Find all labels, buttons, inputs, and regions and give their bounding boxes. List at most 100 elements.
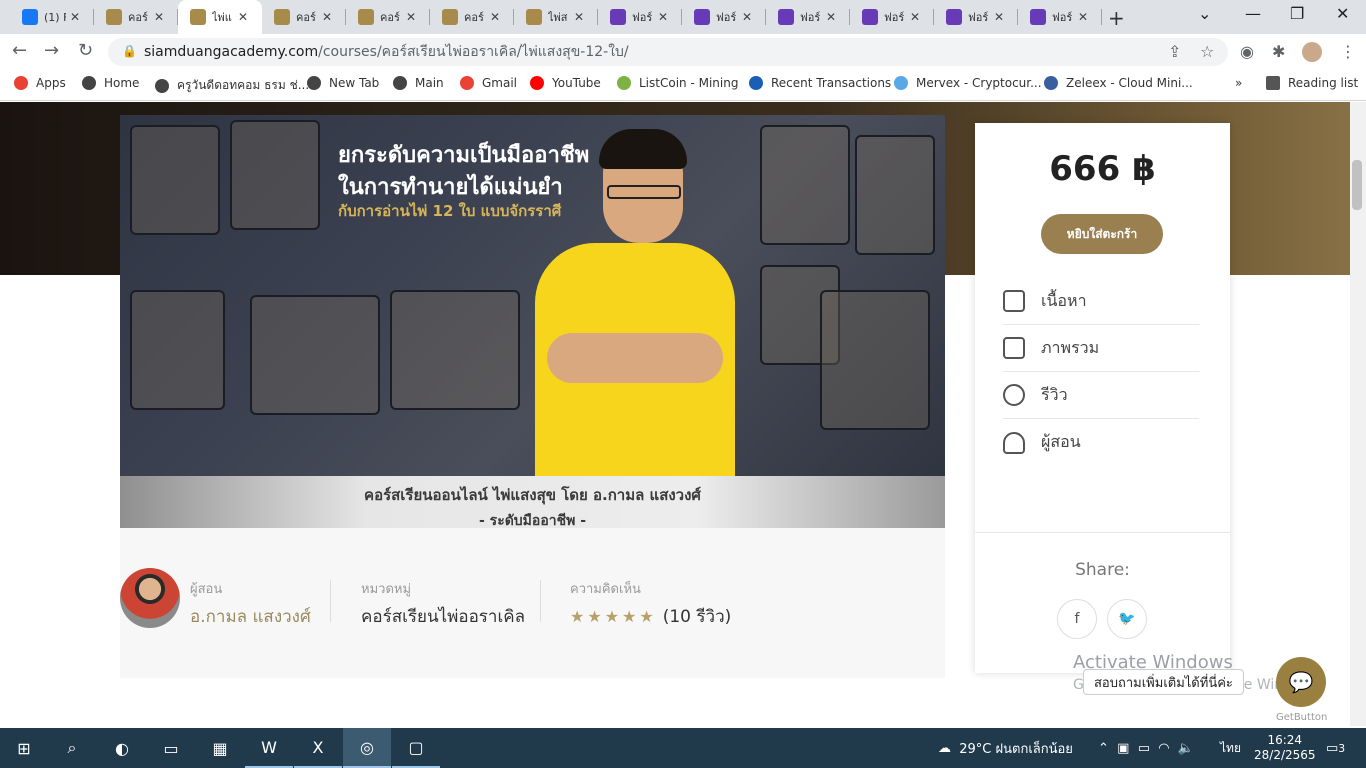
star-icon: ★ [639,607,654,626]
bookmark-item[interactable]: ListCoin - Mining [617,76,738,90]
maximize-button[interactable]: ❐ [1290,4,1304,23]
back-button[interactable]: ← [12,40,27,61]
category-value-link[interactable]: คอร์สเรียนไพ่ออราเคิล [361,603,525,630]
tab-title: คอร์ [296,11,316,24]
bookmark-item[interactable]: Gmail [460,76,517,90]
bookmark-item[interactable]: Mervex - Cryptocur... [894,76,1042,90]
extension-icon[interactable]: ◉ [1240,42,1254,61]
tray-icons[interactable]: ⌃ ▣ ▭ ◠ 🔈 [1098,728,1194,768]
close-tab-icon[interactable]: ✕ [1078,10,1088,24]
more-bookmarks-icon[interactable]: » [1235,76,1242,90]
instructor-avatar[interactable] [120,568,180,628]
browser-tab[interactable]: (1) F ✕ [10,0,94,34]
instructor-name-link[interactable]: อ.กามล แสงวงศ์ [190,603,311,630]
clock[interactable]: 16:24 28/2/2565 [1254,728,1316,768]
reading-list-icon [1266,76,1280,90]
close-tab-icon[interactable]: ✕ [238,10,248,24]
address-bar[interactable]: 🔒 siamduangacademy.com/courses/คอร์สเรีย… [108,38,1228,66]
scrollbar-thumb[interactable] [1352,160,1362,210]
bookmark-item[interactable]: Recent Transactions [749,76,891,90]
reload-button[interactable]: ↻ [78,40,93,61]
user-icon [1003,431,1025,454]
tab-search-icon[interactable]: ⌄ [1198,4,1211,23]
notification-center-icon[interactable]: ▭ 3 [1326,728,1345,768]
instructor-photo [535,129,735,476]
weather-widget[interactable]: ☁ 29°C ฝนตกเล็กน้อย [938,728,1073,768]
bookmark-item[interactable]: Home [82,76,139,90]
share-icon[interactable]: ⇪ [1168,42,1181,61]
search-icon[interactable]: ⌕ [48,728,96,768]
browser-tab[interactable]: ฟอร์ ✕ [850,0,934,34]
close-tab-icon[interactable]: ✕ [826,10,836,24]
close-tab-icon[interactable]: ✕ [154,10,164,24]
line-icon[interactable]: ▢ [392,728,440,768]
browser-tab[interactable]: ฟอร์ ✕ [598,0,682,34]
puzzle-extensions-icon[interactable]: ✱ [1272,42,1285,61]
tab-title: ฟอร์ [716,11,737,24]
facebook-share-button[interactable]: f [1057,599,1097,639]
zeleex-icon [1044,76,1058,90]
browser-tab[interactable]: ไพ่แ ✕ [178,0,262,34]
browser-tab[interactable]: ฟอร์ ✕ [934,0,1018,34]
reading-list-button[interactable]: Reading list [1266,76,1358,90]
close-tab-icon[interactable]: ✕ [406,10,416,24]
bookmark-item[interactable]: YouTube [530,76,601,90]
close-tab-icon[interactable]: ✕ [658,10,668,24]
browser-tab[interactable]: คอร์ ✕ [262,0,346,34]
chat-tooltip[interactable]: สอบถามเพิ่มเติมได้ที่นี่ค่ะ [1083,669,1244,695]
bookmark-item[interactable]: New Tab [307,76,379,90]
category-label: หมวดหมู่ [361,582,412,597]
word-icon[interactable]: W [245,728,293,768]
tab-title: ฟอร์ [1052,11,1073,24]
chat-widget-button[interactable]: 💬 [1276,657,1326,707]
menu-icon[interactable]: ⋮ [1340,42,1356,61]
browser-tab[interactable]: ไพ่ส ✕ [514,0,598,34]
tab-title: คอร์ [128,11,148,24]
add-to-cart-button[interactable]: หยิบใส่ตะกร้า [1041,214,1163,254]
reviews-block: ความคิดเห็น ★ ★ ★ ★ ★ (10 รีวิว) [570,578,731,630]
sidebar-item-overview[interactable]: ภาพรวม [1003,325,1199,372]
bookmark-item[interactable]: Apps [14,76,66,90]
file-explorer-icon[interactable]: ▭ [147,728,195,768]
minimize-button[interactable]: — [1245,4,1261,23]
globe-icon [393,76,407,90]
excel-icon[interactable]: X [294,728,342,768]
browser-tab[interactable]: ฟอร์ ✕ [682,0,766,34]
browser-tab[interactable]: คอร์ ✕ [430,0,514,34]
notification-count: 3 [1338,741,1346,755]
getbutton-credit[interactable]: GetButton [1276,712,1327,723]
forward-button[interactable]: → [44,40,59,61]
form-icon [862,9,878,25]
close-tab-icon[interactable]: ✕ [322,10,332,24]
url-path: /courses/คอร์สเรียนไพ่ออราเคิล/ไพ่แสงสุข… [318,44,629,60]
close-tab-icon[interactable]: ✕ [994,10,1004,24]
store-icon[interactable]: ▦ [196,728,244,768]
bookmark-item[interactable]: Zeleex - Cloud Mini... [1044,76,1193,90]
browser-tab[interactable]: คอร์ ✕ [346,0,430,34]
bookmark-star-icon[interactable]: ☆ [1200,42,1214,61]
windows-start-icon[interactable]: ⊞ [0,728,48,768]
profile-avatar[interactable] [1302,42,1322,62]
chrome-icon[interactable]: ◎ [343,728,391,768]
browser-tab[interactable]: ฟอร์ ✕ [766,0,850,34]
close-tab-icon[interactable]: ✕ [574,10,584,24]
new-tab-button[interactable]: + [1108,6,1125,30]
bookmark-item[interactable]: ครูวันดีดอทคอม ธรม ช่... [155,76,309,95]
sidebar-item-instructor[interactable]: ผู้สอน [1003,419,1199,466]
input-language[interactable]: ไทย [1220,728,1241,768]
close-tab-icon[interactable]: ✕ [490,10,500,24]
sidebar-item-content[interactable]: เนื้อหา [1003,278,1199,325]
sidebar-item-reviews[interactable]: รีวิว [1003,372,1199,419]
coin-icon [749,76,763,90]
bookmark-item[interactable]: Main [393,76,444,90]
close-tab-icon[interactable]: ✕ [70,10,80,24]
close-tab-icon[interactable]: ✕ [910,10,920,24]
browser-tab[interactable]: คอร์ ✕ [94,0,178,34]
edge-icon[interactable]: ◐ [98,728,146,768]
document-icon [1003,337,1025,359]
browser-tab[interactable]: ฟอร์ ✕ [1018,0,1102,34]
close-window-button[interactable]: ✕ [1336,4,1349,23]
close-tab-icon[interactable]: ✕ [742,10,752,24]
course-banner-image: ยกระดับความเป็นมืออาชีพ ในการทำนายได้แม่… [120,115,945,476]
twitter-share-button[interactable]: 🐦 [1107,599,1147,639]
